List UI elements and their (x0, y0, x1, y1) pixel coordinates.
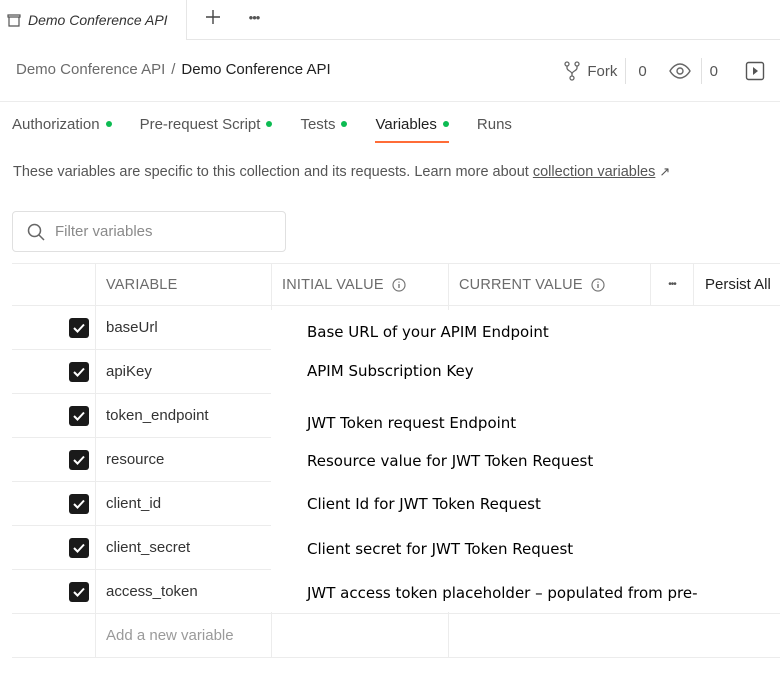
tab-label: Authorization (12, 115, 100, 133)
tab-more-button[interactable]: ••• (241, 4, 267, 30)
enable-checkbox[interactable] (69, 361, 89, 382)
add-variable-row: Add a new variable (12, 614, 780, 658)
fork-button[interactable]: Fork (555, 58, 625, 84)
enable-checkbox[interactable] (69, 493, 89, 514)
filter-variables-input[interactable] (55, 223, 275, 240)
new-tab-button[interactable] (200, 4, 226, 30)
info-icon[interactable] (392, 277, 406, 292)
check-icon (73, 455, 85, 465)
annotation-api-key: APIM Subscription Key (307, 362, 474, 380)
filter-variables (12, 211, 286, 252)
variable-name[interactable]: access_token (95, 570, 271, 613)
header-current-label: CURRENT VALUE (459, 276, 583, 293)
breadcrumb-separator: / (171, 61, 176, 78)
variable-name[interactable]: resource (95, 438, 271, 481)
external-link-icon: ↗ (659, 164, 671, 179)
status-dot (105, 121, 112, 127)
more-horizontal-icon: ••• (248, 9, 261, 25)
search-icon (27, 223, 45, 241)
row-check-cell (12, 350, 95, 393)
check-icon (73, 411, 85, 421)
variable-name[interactable]: token_endpoint (95, 394, 271, 437)
annotation-access-token: JWT access token placeholder – populated… (307, 584, 698, 602)
collection-subtabs: Authorization Pre-request Script Tests V… (12, 102, 540, 146)
tab-runs[interactable]: Runs (477, 102, 512, 146)
description-text: These variables are specific to this col… (13, 164, 529, 180)
enable-checkbox[interactable] (69, 449, 89, 470)
tab-bar: Demo Conference API ••• (0, 0, 780, 40)
row-check-cell (12, 438, 95, 481)
status-dot (266, 121, 273, 127)
annotation-token-endpoint: JWT Token request Endpoint (307, 414, 517, 432)
enable-checkbox[interactable] (69, 581, 89, 602)
check-icon (73, 543, 85, 553)
tab-authorization[interactable]: Authorization (12, 102, 112, 146)
collection-header: Demo Conference API / Demo Conference AP… (0, 40, 780, 102)
enable-checkbox[interactable] (69, 405, 89, 426)
annotation-client-id: Client Id for JWT Token Request (307, 495, 541, 513)
variable-name[interactable]: apiKey (95, 350, 271, 393)
header-variable: VARIABLE (95, 264, 271, 305)
run-button[interactable] (744, 60, 766, 82)
row-check-cell (12, 614, 95, 657)
enable-checkbox[interactable] (69, 317, 89, 338)
tab-pre-request-script[interactable]: Pre-request Script (140, 102, 273, 146)
collection-icon (7, 14, 21, 27)
annotation-resource: Resource value for JWT Token Request (307, 452, 594, 470)
current-value-cell[interactable] (448, 614, 650, 657)
fork-icon (564, 61, 580, 81)
variable-name[interactable]: baseUrl (95, 306, 271, 349)
tab-variables[interactable]: Variables (375, 102, 450, 146)
row-check-cell (12, 526, 95, 569)
tab-title: Demo Conference API (28, 12, 168, 28)
header-actions: Fork 0 0 (555, 58, 766, 84)
header-current-value: CURRENT VALUE (448, 264, 650, 305)
tab-label: Pre-request Script (139, 115, 261, 133)
annotation-client-secret: Client secret for JWT Token Request (307, 540, 574, 558)
tab-tests[interactable]: Tests (300, 102, 348, 146)
check-icon (73, 499, 85, 509)
check-icon (73, 323, 85, 333)
status-dot (442, 121, 449, 127)
initial-value-cell[interactable] (271, 614, 448, 657)
header-initial-value: INITIAL VALUE (271, 264, 448, 305)
row-check-cell (12, 482, 95, 525)
more-horizontal-icon: ••• (668, 279, 676, 290)
header-check-cell (12, 264, 95, 305)
annotation-base-url: Base URL of your APIM Endpoint (307, 323, 549, 341)
plus-icon (206, 10, 220, 24)
eye-icon (668, 63, 691, 79)
collection-variables-link[interactable]: collection variables (533, 164, 656, 180)
tab-label: Runs (476, 115, 512, 133)
row-check-cell (12, 394, 95, 437)
row-check-cell (12, 570, 95, 613)
fork-count: 0 (625, 58, 658, 84)
check-icon (73, 367, 85, 377)
enable-checkbox[interactable] (69, 537, 89, 558)
watch-count: 0 (700, 58, 730, 84)
play-icon (745, 61, 765, 81)
variables-description: These variables are specific to this col… (13, 164, 670, 180)
persist-all-button[interactable]: Persist All (693, 264, 780, 305)
breadcrumb: Demo Conference API / Demo Conference AP… (16, 61, 331, 78)
check-icon (73, 587, 85, 597)
variable-name[interactable]: client_id (95, 482, 271, 525)
fork-label: Fork (587, 62, 618, 80)
breadcrumb-parent[interactable]: Demo Conference API (16, 61, 165, 78)
header-more-button[interactable]: ••• (650, 264, 693, 305)
variable-name[interactable]: client_secret (95, 526, 271, 569)
add-variable-input[interactable]: Add a new variable (95, 614, 271, 657)
row-check-cell (12, 306, 95, 349)
tab-label: Variables (375, 115, 437, 133)
breadcrumb-current: Demo Conference API (181, 61, 331, 78)
collection-tab[interactable]: Demo Conference API (0, 0, 187, 40)
status-dot (341, 121, 348, 127)
watch-button[interactable] (659, 58, 701, 84)
info-icon[interactable] (591, 277, 605, 292)
header-initial-label: INITIAL VALUE (282, 276, 384, 293)
tab-label: Tests (300, 115, 336, 133)
table-header: VARIABLE INITIAL VALUE CURRENT VALUE •••… (12, 263, 780, 306)
